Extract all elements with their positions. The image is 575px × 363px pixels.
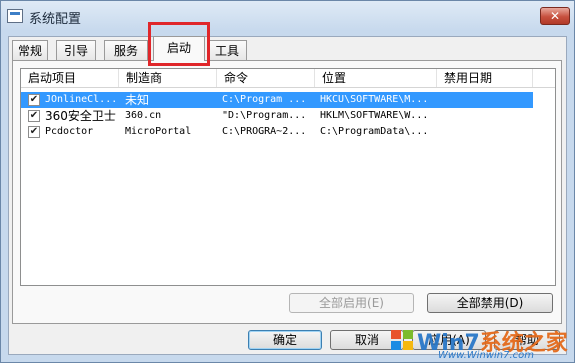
cell-disabled-date: [442, 92, 532, 108]
cell-location: HKLM\SOFTWARE\W...: [320, 110, 429, 121]
window-title: 系统配置: [29, 12, 82, 27]
column-disabled-date[interactable]: 禁用日期: [437, 69, 533, 87]
enable-all-button[interactable]: 全部启用(E): [289, 293, 414, 313]
column-location[interactable]: 位置: [315, 69, 437, 87]
title-bar[interactable]: 系统配置 ✕: [1, 1, 575, 31]
site-watermark: Win7系统之家 Www.Winwin7.com: [390, 326, 575, 363]
table-row[interactable]: ✔ Pcdoctor MicroPortal C:\PROGRA~2... C:…: [21, 124, 555, 140]
row-checkbox[interactable]: ✔: [28, 94, 40, 106]
column-startup-item[interactable]: 启动项目: [21, 69, 119, 87]
cell-disabled-date: [442, 108, 532, 124]
cell-item: JOnlineCl...: [45, 94, 118, 105]
table-row[interactable]: ✔ 360安全卫士 360.cn "D:\Program... HKLM\SOF…: [21, 108, 555, 124]
close-button[interactable]: ✕: [540, 7, 570, 25]
cell-item: Pcdoctor: [45, 126, 94, 137]
cell-command: "D:\Program...: [222, 110, 307, 121]
msconfig-icon: [7, 9, 23, 23]
table-row[interactable]: ✔ JOnlineCl... 未知 C:\Program ... HKCU\SO…: [21, 92, 555, 108]
cell-location: C:\ProgramData\...: [320, 126, 429, 137]
tab-tools[interactable]: 工具: [207, 40, 247, 60]
watermark-url: Www.Winwin7.com: [438, 350, 534, 361]
cell-disabled-date: [442, 124, 532, 140]
tab-services[interactable]: 服务: [104, 40, 148, 60]
cell-manufacturer: 未知: [125, 93, 150, 107]
cell-command: C:\Program ...: [222, 94, 307, 105]
windows-logo-icon: [391, 330, 413, 350]
cell-command: C:\PROGRA~2...: [222, 126, 307, 137]
ok-button[interactable]: 确定: [248, 330, 322, 350]
cell-item: 360安全卫士: [45, 109, 116, 123]
row-checkbox[interactable]: ✔: [28, 110, 40, 122]
tab-general[interactable]: 常规: [12, 40, 48, 60]
tab-boot[interactable]: 引导: [56, 40, 96, 60]
column-command[interactable]: 命令: [217, 69, 315, 87]
row-checkbox[interactable]: ✔: [28, 126, 40, 138]
column-manufacturer[interactable]: 制造商: [119, 69, 217, 87]
startup-list[interactable]: 启动项目 制造商 命令 位置 禁用日期 ✔ JOnlineCl... 未知 C:…: [20, 68, 556, 286]
cell-manufacturer: MicroPortal: [125, 126, 192, 137]
cell-location: HKCU\SOFTWARE\M...: [320, 94, 429, 105]
list-header: 启动项目 制造商 命令 位置 禁用日期: [21, 69, 555, 88]
disable-all-button[interactable]: 全部禁用(D): [427, 293, 553, 313]
startup-tab-highlight: [148, 22, 210, 66]
cell-manufacturer: 360.cn: [125, 110, 162, 121]
